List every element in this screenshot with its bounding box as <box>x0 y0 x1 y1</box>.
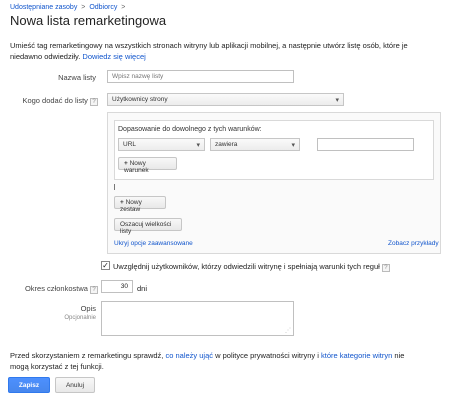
breadcrumb-shared-library[interactable]: Udostępniane zasoby <box>10 4 77 11</box>
new-set-button[interactable]: + Nowy zestaw <box>114 196 166 213</box>
see-examples-link[interactable]: Zobacz przykłady <box>388 240 439 247</box>
help-icon[interactable]: ? <box>90 98 98 106</box>
membership-label-text: Okres członkostwa <box>24 284 88 293</box>
hide-advanced-link[interactable]: Ukryj opcje zaawansowane <box>114 240 193 247</box>
include-past-visitors-checkbox[interactable]: ✓ <box>101 261 110 270</box>
breadcrumb-separator: > <box>121 4 126 11</box>
save-button[interactable]: Zapisz <box>8 377 50 393</box>
and-divider <box>114 184 115 190</box>
page-title: Nowa lista remarketingowa <box>10 13 167 28</box>
breadcrumb-audiences[interactable]: Odbiorcy <box>89 4 117 11</box>
rule-value-input[interactable] <box>317 138 414 151</box>
estimate-size-button[interactable]: Oszacuj wielkości listy <box>114 218 182 235</box>
new-condition-button[interactable]: + Nowy warunek <box>118 157 177 174</box>
chevron-down-icon: ▾ <box>196 142 200 149</box>
membership-label: Okres członkostwa ? <box>10 284 98 294</box>
rule-field-select[interactable]: URL ▾ <box>118 138 205 151</box>
plus-icon: + <box>124 160 128 167</box>
intro-text: Umieść tag remarketingowy na wszystkich … <box>10 40 410 62</box>
chevron-down-icon: ▾ <box>291 142 295 149</box>
cancel-button[interactable]: Anuluj <box>55 377 95 393</box>
new-condition-label: Nowy warunek <box>124 160 149 174</box>
policy-what-to-include-link[interactable]: co należy ująć <box>165 351 213 360</box>
rule-operator-select[interactable]: zawiera ▾ <box>210 138 300 151</box>
breadcrumb: Udostępniane zasoby > Odbiorcy > <box>10 4 127 11</box>
who-to-add-label: Kogo dodać do listy ? <box>10 96 98 106</box>
plus-icon: + <box>120 199 124 206</box>
who-to-add-value: Użytkownicy strony <box>112 96 168 103</box>
new-set-label: Nowy zestaw <box>120 199 142 213</box>
description-label: Opis <box>80 304 96 313</box>
rule-group-label: Dopasowanie do dowolnego z tych warunków… <box>118 126 262 133</box>
rule-field-value: URL <box>123 141 137 148</box>
who-to-add-select[interactable]: Użytkownicy strony ▾ <box>107 93 344 106</box>
chevron-down-icon: ▾ <box>335 97 339 104</box>
include-past-visitors-label: Uwzględnij użytkowników, którzy odwiedzi… <box>113 262 390 272</box>
resize-handle-icon[interactable]: ⋰ <box>285 327 291 334</box>
rule-operator-value: zawiera <box>215 141 238 148</box>
list-name-input[interactable] <box>107 70 294 83</box>
policy-note: Przed skorzystaniem z remarketingu spraw… <box>10 350 410 372</box>
help-icon[interactable]: ? <box>90 286 98 294</box>
intro-body: Umieść tag remarketingowy na wszystkich … <box>10 41 408 61</box>
policy-text-2: w polityce prywatności witryny i <box>215 351 319 360</box>
help-icon[interactable]: ? <box>381 264 390 272</box>
breadcrumb-separator: > <box>81 4 86 11</box>
who-to-add-label-text: Kogo dodać do listy <box>22 96 88 105</box>
membership-duration-input[interactable] <box>101 280 133 293</box>
policy-text-1: Przed skorzystaniem z remarketingu spraw… <box>10 351 164 360</box>
policy-site-categories-link[interactable]: które kategorie witryn <box>321 351 392 360</box>
membership-unit: dni <box>137 284 148 293</box>
include-past-visitors-text: Uwzględnij użytkowników, którzy odwiedzi… <box>113 262 380 271</box>
description-textarea[interactable] <box>101 301 294 336</box>
description-optional-label: Opcjonalnie <box>64 315 96 321</box>
learn-more-link[interactable]: Dowiedz się więcej <box>82 52 145 61</box>
list-name-label: Nazwa listy <box>58 73 96 82</box>
